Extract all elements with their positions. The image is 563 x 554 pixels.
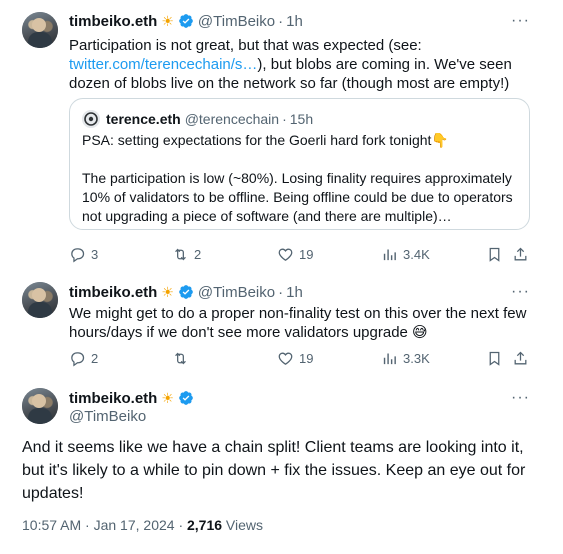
timestamp[interactable]: 1h: [286, 284, 303, 301]
full-timestamp[interactable]: 10:57 AM · Jan 17, 2024 ·: [22, 517, 187, 533]
like-count: 19: [299, 246, 314, 262]
views-button[interactable]: 3.4K: [381, 244, 430, 264]
repost-icon: [175, 248, 186, 260]
avatar[interactable]: [22, 282, 58, 318]
tweet-header: timbeiko.eth ☀ @TimBeiko · 1h: [69, 282, 303, 302]
quoted-tweet[interactable]: terence.eth @terencechain · 15h PSA: set…: [69, 98, 530, 230]
quote-header: terence.eth @terencechain · 15h: [106, 109, 313, 129]
repost-icon: [175, 352, 186, 364]
tweet-2[interactable]: timbeiko.eth ☀ @TimBeiko · 1h ··· We mig…: [0, 270, 563, 370]
sun-emoji: ☀: [161, 283, 174, 300]
tweet-header: timbeiko.eth ☀ @TimBeiko · 1h: [69, 11, 303, 31]
bookmark-icon: [489, 351, 500, 366]
repost-button[interactable]: 2: [172, 244, 201, 264]
reply-icon: [71, 351, 85, 366]
author-name[interactable]: timbeiko.eth: [69, 284, 157, 301]
avatar[interactable]: [22, 12, 58, 48]
like-button[interactable]: 19: [277, 348, 313, 368]
tweet-1[interactable]: timbeiko.eth ☀ @TimBeiko · 1h ··· Partic…: [0, 0, 563, 270]
more-icon[interactable]: ···: [511, 390, 533, 406]
sun-emoji: ☀: [161, 389, 174, 406]
like-button[interactable]: 19: [277, 244, 313, 264]
separator: ·: [278, 283, 284, 301]
avatar[interactable]: [22, 388, 58, 424]
separator: ·: [282, 111, 287, 127]
author-name[interactable]: timbeiko.eth: [69, 13, 157, 30]
tweet-meta: 10:57 AM · Jan 17, 2024 · 2,716 Views: [22, 517, 263, 533]
verified-icon: [179, 14, 193, 28]
bookmark-button[interactable]: [486, 348, 508, 368]
author-handle[interactable]: @TimBeiko: [198, 13, 275, 30]
repost-button[interactable]: [172, 348, 194, 368]
reply-button[interactable]: 3: [69, 244, 98, 264]
reply-count: 2: [91, 350, 99, 366]
author-handle[interactable]: @TimBeiko: [198, 284, 275, 301]
separator: ·: [278, 12, 284, 30]
tweet-actions: 2 19 3.3K: [69, 348, 531, 368]
views-count: 3.4K: [403, 246, 430, 262]
quote-text-line1: PSA: setting expectations for the Goerli…: [82, 132, 449, 148]
reply-button[interactable]: 2: [69, 348, 98, 368]
share-icon: [514, 351, 527, 364]
like-icon: [278, 248, 293, 261]
views-icon: [383, 353, 396, 364]
quote-avatar[interactable]: [82, 110, 100, 128]
views-icon: [383, 249, 396, 260]
verified-icon: [179, 391, 193, 405]
sun-emoji: ☀: [161, 12, 174, 29]
more-icon[interactable]: ···: [511, 284, 533, 300]
tweet-actions: 3 2 19 3.4K: [69, 244, 531, 264]
tweet-text: Participation is not great, but that was…: [69, 37, 512, 92]
quote-text-body: The participation is low (~80%). Losing …: [82, 170, 513, 224]
like-count: 19: [299, 350, 314, 366]
views-count: 2,716: [187, 517, 223, 533]
tweet-header: timbeiko.eth ☀: [69, 388, 194, 408]
like-icon: [278, 352, 293, 365]
reply-icon: [71, 247, 85, 262]
tweet-text: And it seems like we have a chain split!…: [22, 439, 526, 502]
tweet-link[interactable]: twitter.com/terencechain/s…: [69, 56, 257, 73]
verified-icon: [179, 285, 193, 299]
views-button[interactable]: 3.3K: [381, 348, 430, 368]
quote-timestamp: 15h: [289, 111, 314, 127]
author-name[interactable]: timbeiko.eth: [69, 390, 157, 407]
tweet-text: We might get to do a proper non-finality…: [69, 305, 527, 341]
more-icon[interactable]: ···: [511, 13, 533, 29]
views-label: Views: [222, 517, 264, 533]
share-button[interactable]: [512, 244, 534, 264]
timestamp[interactable]: 1h: [286, 13, 303, 30]
quote-author-name: terence.eth: [106, 111, 181, 127]
quote-author-handle: @terencechain: [184, 111, 280, 127]
bookmark-icon: [489, 247, 500, 262]
share-icon: [514, 247, 527, 260]
repost-count: 2: [194, 246, 202, 262]
bookmark-button[interactable]: [486, 244, 508, 264]
reply-count: 3: [91, 246, 99, 262]
author-handle[interactable]: @TimBeiko: [69, 408, 146, 425]
share-button[interactable]: [512, 348, 534, 368]
views-count: 3.3K: [403, 350, 430, 366]
